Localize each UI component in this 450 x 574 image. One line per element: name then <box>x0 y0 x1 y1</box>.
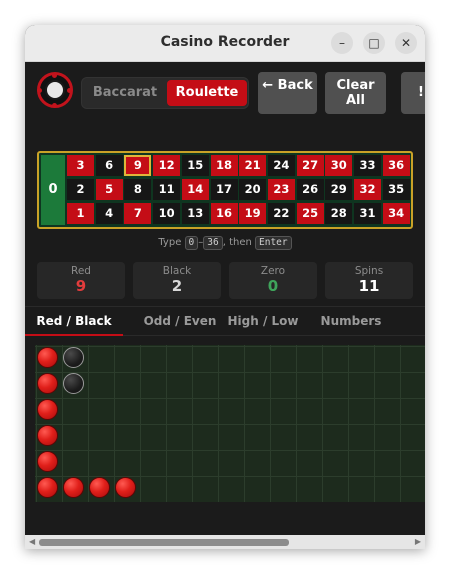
stat-red: Red 9 <box>37 262 125 299</box>
stat-spins-value: 11 <box>358 277 380 295</box>
scroll-left-icon[interactable]: ◀ <box>29 535 35 549</box>
number-26-cell[interactable]: 26 <box>296 179 324 200</box>
tab-red-black[interactable]: Red / Black <box>25 307 123 336</box>
number-20-cell[interactable]: 20 <box>239 179 267 200</box>
number-31-cell[interactable]: 31 <box>354 203 381 224</box>
tab-high-low[interactable]: High / Low <box>225 307 301 336</box>
tab-numbers[interactable]: Numbers <box>315 307 387 336</box>
number-36-cell[interactable]: 36 <box>382 155 410 176</box>
red-bead <box>37 425 58 446</box>
clear-all-button[interactable]: Clear All <box>325 72 386 114</box>
hint-middle: , then <box>222 237 252 248</box>
stat-spins-label: Spins <box>354 265 384 277</box>
number-32-cell[interactable]: 32 <box>354 179 381 200</box>
number-4-cell[interactable]: 4 <box>95 203 123 224</box>
number-6-cell[interactable]: 6 <box>95 155 123 176</box>
hint-key-from: 0 <box>184 236 199 250</box>
input-hint: Type 0–36, then Enter <box>25 236 425 250</box>
number-10-cell[interactable]: 10 <box>153 203 181 224</box>
number-14-cell[interactable]: 14 <box>181 179 209 200</box>
number-3-cell[interactable]: 3 <box>67 155 94 176</box>
roulette-logo-icon <box>37 72 73 108</box>
number-18-cell[interactable]: 18 <box>210 155 238 176</box>
scroll-right-icon[interactable]: ▶ <box>415 535 421 549</box>
red-bead <box>37 373 58 394</box>
number-7-cell[interactable]: 7 <box>124 203 152 224</box>
tab-odd-even[interactable]: Odd / Even <box>130 307 230 336</box>
stat-zero: Zero 0 <box>229 262 317 299</box>
maximize-button[interactable]: □ <box>363 32 385 54</box>
number-1-cell[interactable]: 1 <box>67 203 94 224</box>
red-bead <box>89 477 110 498</box>
red-bead <box>37 347 58 368</box>
hint-key-to: 36 <box>203 236 223 250</box>
stat-zero-label: Zero <box>260 265 286 277</box>
number-9-cell[interactable]: 9 <box>124 155 152 176</box>
red-bead <box>37 451 58 472</box>
number-34-cell[interactable]: 34 <box>382 203 410 224</box>
baccarat-mode-button[interactable]: Baccarat <box>85 80 165 106</box>
number-33-cell[interactable]: 33 <box>354 155 381 176</box>
red-bead <box>63 477 84 498</box>
title-bar: Casino Recorder – □ ✕ <box>25 25 425 62</box>
stat-zero-value: 0 <box>267 277 279 295</box>
roadmap-tabs: Red / Black Odd / Even High / Low Number… <box>25 306 425 336</box>
number-24-cell[interactable]: 24 <box>267 155 295 176</box>
number-27-cell[interactable]: 27 <box>296 155 324 176</box>
back-button[interactable]: ← Back <box>258 72 317 114</box>
close-button[interactable]: ✕ <box>395 32 417 54</box>
number-21-cell[interactable]: 21 <box>239 155 267 176</box>
number-22-cell[interactable]: 22 <box>267 203 295 224</box>
stat-red-label: Red <box>71 265 91 277</box>
bead-road-grid <box>35 345 425 502</box>
minimize-button[interactable]: – <box>331 32 353 54</box>
hint-key-enter: Enter <box>255 236 292 250</box>
number-12-cell[interactable]: 12 <box>153 155 181 176</box>
number-23-cell[interactable]: 23 <box>267 179 295 200</box>
number-8-cell[interactable]: 8 <box>124 179 152 200</box>
number-11-cell[interactable]: 11 <box>153 179 181 200</box>
hint-prefix: Type <box>158 237 182 248</box>
red-bead <box>37 477 58 498</box>
number-35-cell[interactable]: 35 <box>382 179 410 200</box>
number-15-cell[interactable]: 15 <box>181 155 209 176</box>
number-16-cell[interactable]: 16 <box>210 203 238 224</box>
number-30-cell[interactable]: 30 <box>325 155 353 176</box>
stat-black-label: Black <box>162 265 192 277</box>
number-5-cell[interactable]: 5 <box>95 179 123 200</box>
mode-switch: Baccarat Roulette <box>81 77 249 109</box>
number-0-cell[interactable]: 0 <box>41 155 65 225</box>
app-window: Casino Recorder – □ ✕ Baccarat Roulette … <box>25 25 425 549</box>
number-29-cell[interactable]: 29 <box>325 179 353 200</box>
black-bead <box>63 373 84 394</box>
black-bead <box>63 347 84 368</box>
roulette-board: 0 3 6 9 12 15 18 21 24 27 30 33 36 2 5 8 11 14 17 20 23 26 29… <box>37 151 413 229</box>
roulette-mode-button[interactable]: Roulette <box>167 80 247 106</box>
extra-button[interactable]: ! <box>401 72 425 114</box>
scrollbar-thumb[interactable] <box>39 539 289 546</box>
number-17-cell[interactable]: 17 <box>210 179 238 200</box>
number-2-cell[interactable]: 2 <box>67 179 94 200</box>
red-bead <box>37 399 58 420</box>
red-bead <box>115 477 136 498</box>
number-25-cell[interactable]: 25 <box>296 203 324 224</box>
stat-black-value: 2 <box>171 277 183 295</box>
horizontal-scrollbar[interactable]: ◀ ▶ <box>25 535 425 549</box>
stat-spins: Spins 11 <box>325 262 413 299</box>
stat-red-value: 9 <box>75 277 87 295</box>
number-19-cell[interactable]: 19 <box>239 203 267 224</box>
stat-black: Black 2 <box>133 262 221 299</box>
number-28-cell[interactable]: 28 <box>325 203 353 224</box>
number-13-cell[interactable]: 13 <box>181 203 209 224</box>
app-content: Baccarat Roulette ← Back Clear All ! 0 3… <box>25 62 425 549</box>
